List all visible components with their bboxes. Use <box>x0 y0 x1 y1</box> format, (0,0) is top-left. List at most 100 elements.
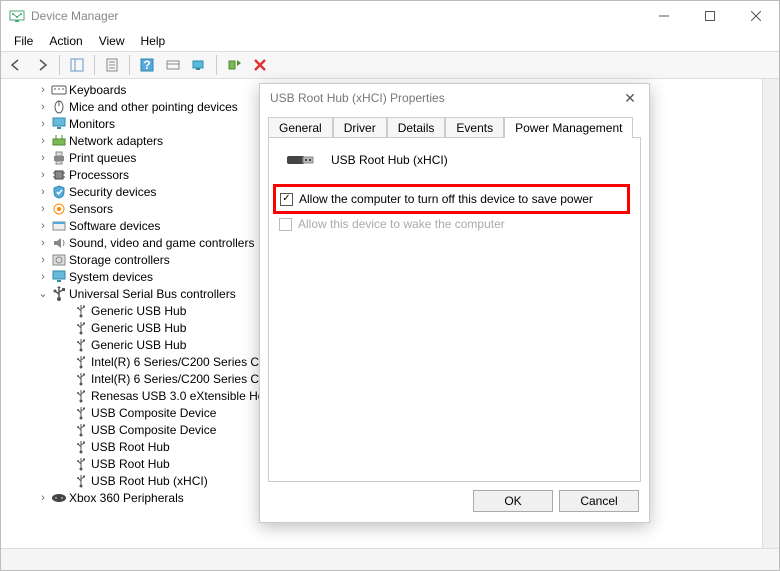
sound-icon <box>51 236 67 250</box>
tab-panel: USB Root Hub (xHCI) ✓ Allow the computer… <box>268 137 641 482</box>
usb-device-icon <box>73 440 89 454</box>
chevron-icon[interactable]: › <box>37 271 49 283</box>
menu-action[interactable]: Action <box>42 32 89 50</box>
details-button[interactable] <box>162 54 184 76</box>
dialog-close-button[interactable]: ✕ <box>615 90 645 107</box>
chevron-icon[interactable]: › <box>37 169 49 181</box>
svg-text:?: ? <box>143 58 150 72</box>
scrollbar[interactable] <box>762 79 779 548</box>
menu-help[interactable]: Help <box>134 32 173 50</box>
menu-file[interactable]: File <box>7 32 40 50</box>
close-button[interactable] <box>733 1 779 31</box>
dialog-titlebar: USB Root Hub (xHCI) Properties ✕ <box>260 84 649 112</box>
back-button[interactable] <box>5 54 27 76</box>
tree-node-label: Universal Serial Bus controllers <box>69 287 236 301</box>
separator <box>59 55 60 75</box>
properties-dialog: USB Root Hub (xHCI) Properties ✕ General… <box>259 83 650 523</box>
menubar: File Action View Help <box>1 31 779 51</box>
tree-node-label: Print queues <box>69 151 136 165</box>
separator <box>129 55 130 75</box>
tree-leaf-label: USB Root Hub <box>91 440 170 454</box>
highlight-box: ✓ Allow the computer to turn off this de… <box>273 184 630 214</box>
forward-button[interactable] <box>31 54 53 76</box>
software-icon <box>51 219 67 233</box>
chevron-icon[interactable]: ⌄ <box>37 287 49 300</box>
tree-node-label: Storage controllers <box>69 253 170 267</box>
allow-wake-row: Allow this device to wake the computer <box>279 217 630 231</box>
titlebar: Device Manager <box>1 1 779 31</box>
chevron-icon[interactable]: › <box>37 203 49 215</box>
chevron-icon[interactable]: › <box>37 237 49 249</box>
tree-leaf-label: USB Root Hub <box>91 457 170 471</box>
tab-driver[interactable]: Driver <box>333 117 387 138</box>
statusbar <box>1 548 779 570</box>
toolbar: ? <box>1 51 779 79</box>
usb-device-icon <box>73 474 89 488</box>
tab-events[interactable]: Events <box>445 117 504 138</box>
app-icon <box>9 8 25 24</box>
tree-node-label: Keyboards <box>69 83 126 97</box>
tab-power-management[interactable]: Power Management <box>504 117 633 138</box>
tab-general[interactable]: General <box>268 117 333 138</box>
tree-node-label: Network adapters <box>69 134 163 148</box>
device-header: USB Root Hub (xHCI) <box>285 150 630 170</box>
maximize-button[interactable] <box>687 1 733 31</box>
show-hide-tree-button[interactable] <box>66 54 88 76</box>
tree-leaf-label: USB Root Hub (xHCI) <box>91 474 208 488</box>
separator <box>94 55 95 75</box>
keyboard-icon <box>51 83 67 97</box>
tree-leaf-label: Generic USB Hub <box>91 321 186 335</box>
tree-node-label: Sensors <box>69 202 113 216</box>
usb-device-icon <box>73 372 89 386</box>
tree-leaf-label: USB Composite Device <box>91 423 216 437</box>
mouse-icon <box>51 100 67 114</box>
menu-view[interactable]: View <box>92 32 132 50</box>
ok-button[interactable]: OK <box>473 490 553 512</box>
monitor-icon <box>51 117 67 131</box>
allow-power-off-row[interactable]: ✓ Allow the computer to turn off this de… <box>280 192 623 206</box>
storage-icon <box>51 253 67 267</box>
tree-leaf-label: Generic USB Hub <box>91 304 186 318</box>
usb-device-icon <box>73 423 89 437</box>
chevron-icon[interactable]: › <box>37 101 49 113</box>
help-button[interactable]: ? <box>136 54 158 76</box>
chevron-icon[interactable]: › <box>37 492 49 504</box>
cancel-button[interactable]: Cancel <box>559 490 639 512</box>
usb-device-icon <box>73 338 89 352</box>
tree-leaf-label: Generic USB Hub <box>91 338 186 352</box>
properties-button[interactable] <box>101 54 123 76</box>
printer-icon <box>51 151 67 165</box>
chevron-icon[interactable]: › <box>37 220 49 232</box>
chevron-icon[interactable]: › <box>37 186 49 198</box>
minimize-button[interactable] <box>641 1 687 31</box>
dialog-tabs: General Driver Details Events Power Mana… <box>260 112 649 137</box>
enable-button[interactable] <box>223 54 245 76</box>
shield-icon <box>51 185 67 199</box>
tree-node-label: Processors <box>69 168 129 182</box>
usb-device-icon <box>73 321 89 335</box>
tree-node-label: System devices <box>69 270 153 284</box>
usb-device-icon <box>73 304 89 318</box>
usb-device-icon <box>73 355 89 369</box>
uninstall-button[interactable] <box>249 54 271 76</box>
chevron-icon[interactable]: › <box>37 135 49 147</box>
tree-leaf-label: Intel(R) 6 Series/C200 Series Chip <box>91 372 275 386</box>
chevron-icon[interactable]: › <box>37 152 49 164</box>
network-icon <box>51 134 67 148</box>
allow-power-off-label: Allow the computer to turn off this devi… <box>299 192 593 206</box>
tree-node-label: Monitors <box>69 117 115 131</box>
device-name-label: USB Root Hub (xHCI) <box>331 153 448 167</box>
sensor-icon <box>51 202 67 216</box>
usb-connector-icon <box>287 150 319 170</box>
dialog-title: USB Root Hub (xHCI) Properties <box>270 91 615 105</box>
tree-leaf-label: USB Composite Device <box>91 406 216 420</box>
chevron-icon[interactable]: › <box>37 254 49 266</box>
allow-power-off-checkbox[interactable]: ✓ <box>280 193 293 206</box>
chevron-icon[interactable]: › <box>37 84 49 96</box>
usb-device-icon <box>73 406 89 420</box>
chevron-icon[interactable]: › <box>37 118 49 130</box>
allow-wake-checkbox <box>279 218 292 231</box>
scan-button[interactable] <box>188 54 210 76</box>
cpu-icon <box>51 168 67 182</box>
tab-details[interactable]: Details <box>387 117 446 138</box>
